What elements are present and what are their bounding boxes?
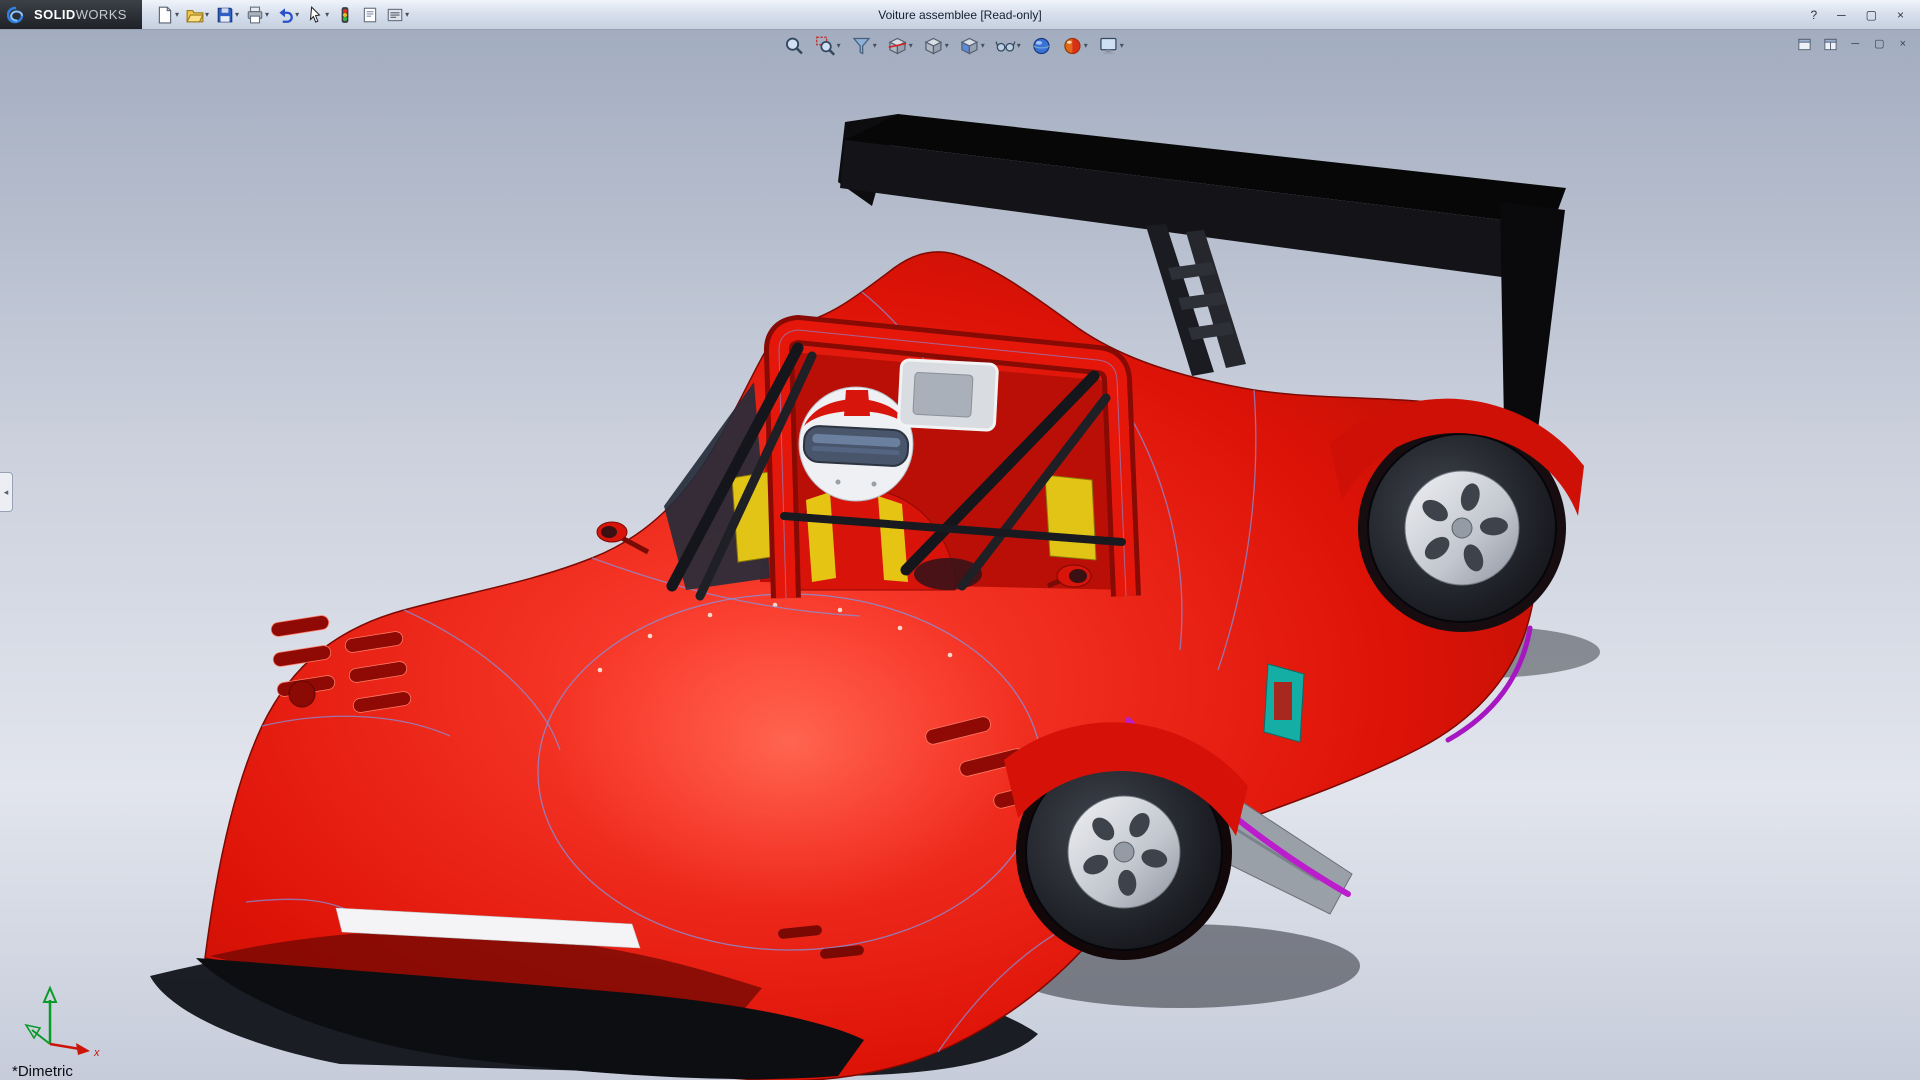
restore-button-glyph: ▢ bbox=[1864, 9, 1879, 21]
show-panes-icon[interactable] bbox=[1795, 36, 1814, 53]
reference-triad[interactable]: x bbox=[18, 980, 108, 1058]
window-controls: ? ─ ▢ × bbox=[1806, 8, 1920, 22]
restore-doc-button-glyph: ▢ bbox=[1872, 39, 1886, 50]
headlight bbox=[289, 681, 315, 707]
triad-x-label: x bbox=[93, 1047, 100, 1058]
open-icon[interactable]: ▾ bbox=[184, 5, 211, 25]
apply-scene-icon[interactable]: ▾ bbox=[1061, 35, 1090, 57]
heads-up-view-toolbar: ▾ ▾ ▾ ▾ ▾ ▾ ▾ ▾ bbox=[783, 35, 1126, 57]
edit-appearance-icon[interactable] bbox=[1030, 35, 1054, 57]
restore-doc-button[interactable]: ▢ bbox=[1870, 38, 1888, 51]
close-doc-button-glyph: × bbox=[1898, 39, 1908, 50]
titlebar: SOLIDWORKS ▾▾▾▾▾▾▾ Voiture assemblee [Re… bbox=[0, 0, 1920, 30]
driver-helmet bbox=[799, 387, 913, 501]
minimize-doc-button[interactable]: ─ bbox=[1847, 38, 1863, 51]
view-orientation-label: *Dimetric bbox=[12, 1063, 73, 1080]
minimize-button-glyph: ─ bbox=[1835, 9, 1848, 21]
logo-text: SOLIDWORKS bbox=[34, 7, 127, 22]
zoom-area-icon[interactable]: ▾ bbox=[814, 35, 843, 57]
view-settings-icon[interactable]: ▾ bbox=[1097, 35, 1126, 57]
filter-dropdown[interactable]: ▾ bbox=[873, 42, 877, 50]
print-icon[interactable]: ▾ bbox=[244, 5, 271, 25]
zoom-area-dropdown[interactable]: ▾ bbox=[837, 42, 841, 50]
minimize-doc-button-glyph: ─ bbox=[1849, 39, 1861, 50]
save-dropdown[interactable]: ▾ bbox=[235, 11, 239, 19]
apply-scene-dropdown[interactable]: ▾ bbox=[1084, 42, 1088, 50]
filter-icon[interactable]: ▾ bbox=[850, 35, 879, 57]
options-dropdown[interactable]: ▾ bbox=[405, 11, 409, 19]
display-style-dropdown[interactable]: ▾ bbox=[981, 42, 985, 50]
view-orientation-icon[interactable]: ▾ bbox=[922, 35, 951, 57]
close-button-glyph: × bbox=[1895, 9, 1906, 21]
main-toolbar: ▾ ▾ ▾ ▾ ▾ ▾ ▾ bbox=[142, 5, 411, 25]
section-view-icon[interactable]: ▾ bbox=[886, 35, 915, 57]
select-cursor-dropdown[interactable]: ▾ bbox=[325, 11, 329, 19]
solidworks-window: SOLIDWORKS ▾▾▾▾▾▾▾ Voiture assemblee [Re… bbox=[0, 0, 1920, 1080]
graphics-viewport[interactable]: ▾ ▾ ▾ ▾ ▾ ▾ ▾ ▾ ─ ▢ × ◂ x *Dimetric bbox=[0, 30, 1920, 1080]
undo-icon[interactable]: ▾ bbox=[274, 5, 301, 25]
close-doc-button[interactable]: × bbox=[1896, 38, 1910, 51]
dassault-3ds-icon bbox=[7, 6, 29, 24]
help-button[interactable]: ? bbox=[1806, 8, 1821, 22]
model-view[interactable] bbox=[0, 30, 1920, 1080]
zoom-fit-icon[interactable] bbox=[783, 35, 807, 57]
open-dropdown[interactable]: ▾ bbox=[205, 11, 209, 19]
view-orientation-dropdown[interactable]: ▾ bbox=[945, 42, 949, 50]
rebuild-icon[interactable] bbox=[334, 5, 356, 25]
yellow-panel-right bbox=[1045, 475, 1096, 560]
print-dropdown[interactable]: ▾ bbox=[265, 11, 269, 19]
select-cursor-icon[interactable]: ▾ bbox=[304, 5, 331, 25]
display-style-icon[interactable]: ▾ bbox=[958, 35, 987, 57]
solidworks-logo: SOLIDWORKS bbox=[0, 0, 142, 29]
save-icon[interactable]: ▾ bbox=[214, 5, 241, 25]
restore-button[interactable]: ▢ bbox=[1862, 8, 1881, 22]
minimize-button[interactable]: ─ bbox=[1833, 8, 1850, 22]
view-settings-dropdown[interactable]: ▾ bbox=[1120, 42, 1124, 50]
hide-show-icon[interactable]: ▾ bbox=[994, 35, 1023, 57]
undo-dropdown[interactable]: ▾ bbox=[295, 11, 299, 19]
help-button-glyph: ? bbox=[1808, 9, 1819, 21]
section-view-dropdown[interactable]: ▾ bbox=[909, 42, 913, 50]
close-button[interactable]: × bbox=[1893, 8, 1908, 22]
document-window-controls: ─ ▢ × bbox=[1795, 36, 1910, 53]
door-vent bbox=[1264, 664, 1304, 742]
air-intake bbox=[898, 360, 997, 431]
new-document-icon[interactable]: ▾ bbox=[154, 5, 181, 25]
panel-expand-tab[interactable]: ◂ bbox=[0, 472, 13, 512]
options-icon[interactable]: ▾ bbox=[384, 5, 411, 25]
file-properties-icon[interactable] bbox=[359, 5, 381, 25]
new-document-dropdown[interactable]: ▾ bbox=[175, 11, 179, 19]
hide-show-dropdown[interactable]: ▾ bbox=[1017, 42, 1021, 50]
split-view-icon[interactable] bbox=[1821, 36, 1840, 53]
